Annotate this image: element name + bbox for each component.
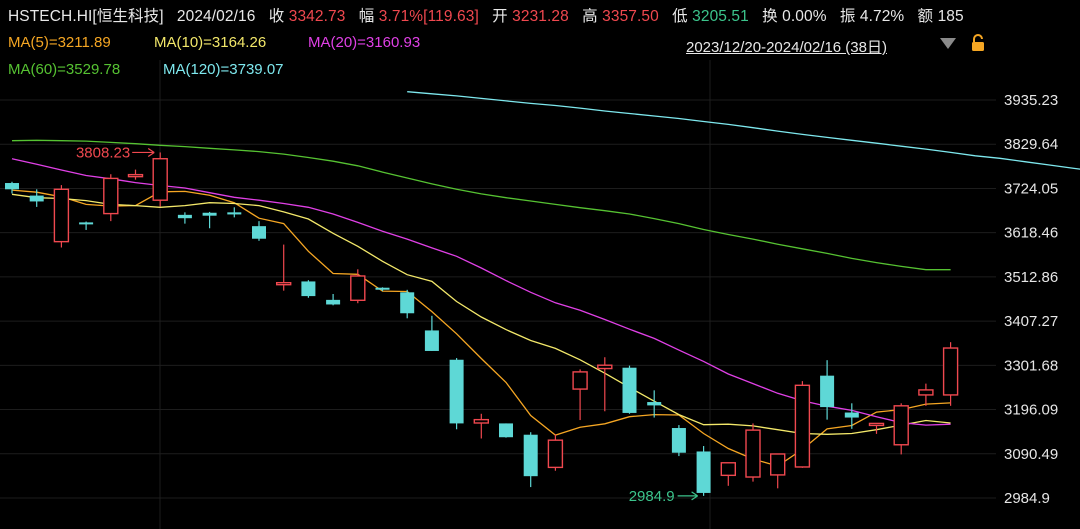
candle-body [301,281,316,297]
candle-body [572,371,588,390]
candle-body [326,299,341,305]
candle-body [202,212,217,216]
y-tick-label: 3512.86 [1004,269,1058,286]
candle-body [720,462,736,477]
candle-body [177,214,192,219]
candle-body [276,281,292,286]
candle-body [152,158,168,201]
candle-body [671,428,686,453]
candle-body [127,173,144,178]
y-tick-label: 3935.23 [1004,92,1058,109]
y-tick-label: 3196.09 [1004,402,1058,419]
y-tick-label: 3724.05 [1004,180,1058,197]
y-tick-label: 3407.27 [1004,313,1058,330]
candle-body [499,423,513,438]
candle-body [473,418,489,424]
candle-body [794,384,811,468]
candle-body [547,439,564,469]
candle-body [5,183,19,190]
y-tick-label: 3301.68 [1004,357,1058,374]
candlestick-chart[interactable]: 3935.23 3829.64 3724.05 3618.46 3512.86 3407.… [0,0,1080,529]
candle-body [820,375,835,408]
y-tick-label: 2984.9 [1004,490,1050,507]
y-tick-label: 3829.64 [1004,136,1058,153]
candle-body [53,188,70,243]
candle-body [29,195,44,202]
candle-body [770,453,786,476]
candle-body [942,347,959,396]
candle-body [918,389,934,396]
y-tick-label: 3618.46 [1004,225,1058,242]
candle-body [647,402,662,406]
candle-body [375,287,390,290]
candle-body [350,275,366,301]
candle-body [227,212,242,215]
candle-body [844,412,859,418]
candle-body [424,330,439,351]
candle-body [252,226,266,239]
high-annotation-label: 3808.23 [76,144,130,161]
low-annotation-label: 2984.9 [629,488,675,505]
ma-line [407,91,1080,170]
candle-body [400,292,415,314]
candle-body [745,429,761,478]
candle-body [696,451,711,493]
candle-body [868,422,885,427]
candle-body [79,222,94,225]
y-tick-label: 3090.49 [1004,446,1058,463]
candle-body [597,364,613,370]
candle-body [449,359,464,424]
candle-body [523,434,538,477]
candle-body [893,405,909,446]
candle-body [103,177,119,215]
candle-body [622,367,637,413]
